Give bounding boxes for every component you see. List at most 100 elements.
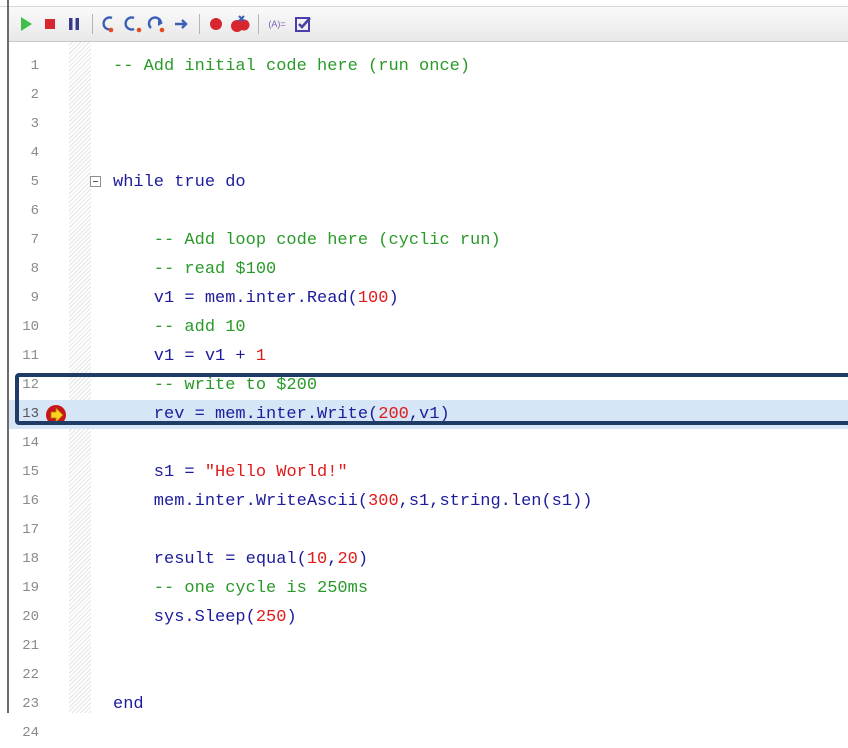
stop-icon — [45, 19, 55, 29]
line-number[interactable]: 6 — [9, 197, 39, 226]
fold-toggle-icon[interactable] — [90, 176, 101, 187]
code-line[interactable]: 24 — [9, 719, 848, 748]
code-token: 100 — [357, 289, 389, 308]
line-number[interactable]: 14 — [9, 429, 39, 458]
code-line[interactable]: 9 v1 = mem.inter.Read(100) — [9, 284, 848, 313]
line-number[interactable]: 8 — [9, 255, 39, 284]
line-number[interactable]: 18 — [9, 545, 39, 574]
line-number[interactable]: 11 — [9, 342, 39, 371]
code-token: mem.inter.WriteAscii( — [113, 492, 369, 511]
code-line[interactable]: 17 — [9, 516, 848, 545]
watch-variable-icon: (A)= — [268, 19, 286, 29]
code-token: 250 — [255, 608, 287, 627]
code-token: -- Add loop code here (cyclic run) — [113, 231, 501, 250]
line-number[interactable]: 4 — [9, 139, 39, 168]
code-token: 300 — [368, 492, 399, 511]
code-line[interactable]: 18 result = equal(10,20) — [9, 545, 848, 574]
code-text: mem.inter.WriteAscii(300,s1,string.len(s… — [113, 487, 593, 516]
line-number[interactable]: 17 — [9, 516, 39, 545]
code-text: while true do — [113, 168, 246, 197]
code-line[interactable]: 6 — [9, 197, 848, 226]
code-line[interactable]: 7 -- Add loop code here (cyclic run) — [9, 226, 848, 255]
code-line[interactable]: 3 — [9, 110, 848, 139]
watch-button[interactable]: (A)= — [264, 11, 290, 37]
debug-toolbar: (A)= — [9, 7, 848, 42]
toggle-breakpoint-button[interactable] — [205, 11, 227, 37]
code-line[interactable]: 21 — [9, 632, 848, 661]
code-text: -- write to $200 — [113, 371, 317, 400]
pause-button[interactable] — [63, 11, 85, 37]
clear-breakpoints-icon — [231, 15, 250, 32]
code-line[interactable]: 11 v1 = v1 + 1 — [9, 342, 848, 371]
code-token: -- write to $200 — [113, 376, 318, 395]
stop-button[interactable] — [39, 11, 61, 37]
code-line[interactable]: 19 -- one cycle is 250ms — [9, 574, 848, 603]
line-number[interactable]: 12 — [9, 371, 39, 400]
code-text: v1 = v1 + 1 — [113, 342, 266, 371]
code-text: rev = mem.inter.Write(200,v1) — [113, 400, 450, 429]
run-button[interactable] — [15, 11, 37, 37]
line-number[interactable]: 23 — [9, 690, 39, 719]
line-number[interactable]: 13 — [9, 400, 39, 429]
line-number[interactable]: 2 — [9, 81, 39, 110]
step-into-button[interactable] — [98, 11, 120, 37]
code-line[interactable]: 4 — [9, 139, 848, 168]
code-token: sys.Sleep( — [113, 608, 256, 627]
step-out-button[interactable] — [146, 11, 168, 37]
code-line[interactable]: 16 mem.inter.WriteAscii(300,s1,string.le… — [9, 487, 848, 516]
code-token: ) — [388, 289, 399, 308]
code-text: end — [113, 690, 144, 719]
line-number[interactable]: 20 — [9, 603, 39, 632]
code-line[interactable]: 15 s1 = "Hello World!" — [9, 458, 848, 487]
code-text: s1 = "Hello World!" — [113, 458, 348, 487]
line-number[interactable]: 1 — [9, 52, 39, 81]
line-number[interactable]: 19 — [9, 574, 39, 603]
arrow-right-icon — [175, 19, 188, 29]
code-token: ,s1,string.len(s1)) — [398, 492, 593, 511]
code-line[interactable]: 10 -- add 10 — [9, 313, 848, 342]
code-line[interactable]: 1 -- Add initial code here (run once) — [9, 52, 848, 81]
run-to-cursor-button[interactable] — [170, 11, 192, 37]
code-token: v1 = mem.inter.Read( — [113, 289, 358, 308]
code-text: -- read $100 — [113, 255, 276, 284]
clear-breakpoints-button[interactable] — [229, 11, 251, 37]
code-token: 200 — [378, 405, 409, 424]
line-number[interactable]: 16 — [9, 487, 39, 516]
code-token: 10 — [306, 550, 328, 569]
step-over-button[interactable] — [122, 11, 144, 37]
code-line[interactable]: 2 — [9, 81, 848, 110]
check-syntax-button[interactable] — [292, 11, 314, 37]
line-number[interactable]: 10 — [9, 313, 39, 342]
code-line[interactable]: 5 while true do — [9, 168, 848, 197]
line-number[interactable]: 3 — [9, 110, 39, 139]
code-token: -- one cycle is 250ms — [113, 579, 369, 598]
code-line-current[interactable]: 13 rev = mem.inter.Write(200,v1) — [9, 400, 848, 429]
code-token: -- read $100 — [113, 260, 277, 279]
code-line[interactable]: 22 — [9, 661, 848, 690]
code-token: while true do — [113, 173, 246, 192]
toolbar-separator — [92, 14, 93, 34]
breakpoint-current-icon[interactable] — [45, 404, 67, 426]
toolbar-separator — [258, 14, 259, 34]
line-number[interactable]: 15 — [9, 458, 39, 487]
code-token: -- add 10 — [113, 318, 246, 337]
code-line[interactable]: 8 -- read $100 — [9, 255, 848, 284]
code-line[interactable]: 14 — [9, 429, 848, 458]
code-line[interactable]: 12 -- write to $200 — [9, 371, 848, 400]
code-line[interactable]: 23 end — [9, 690, 848, 719]
line-number[interactable]: 21 — [9, 632, 39, 661]
line-number[interactable]: 5 — [9, 168, 39, 197]
step-out-icon — [147, 16, 165, 33]
line-number[interactable]: 24 — [9, 719, 39, 748]
code-line[interactable]: 20 sys.Sleep(250) — [9, 603, 848, 632]
line-number[interactable]: 9 — [9, 284, 39, 313]
code-token: ) — [286, 608, 297, 627]
pause-icon — [69, 18, 79, 30]
code-token: end — [113, 695, 144, 714]
code-token: ,v1) — [408, 405, 450, 424]
line-number[interactable]: 7 — [9, 226, 39, 255]
code-text: v1 = mem.inter.Read(100) — [113, 284, 399, 313]
code-token: , — [327, 550, 338, 569]
code-token: rev = mem.inter.Write( — [113, 405, 379, 424]
line-number[interactable]: 22 — [9, 661, 39, 690]
